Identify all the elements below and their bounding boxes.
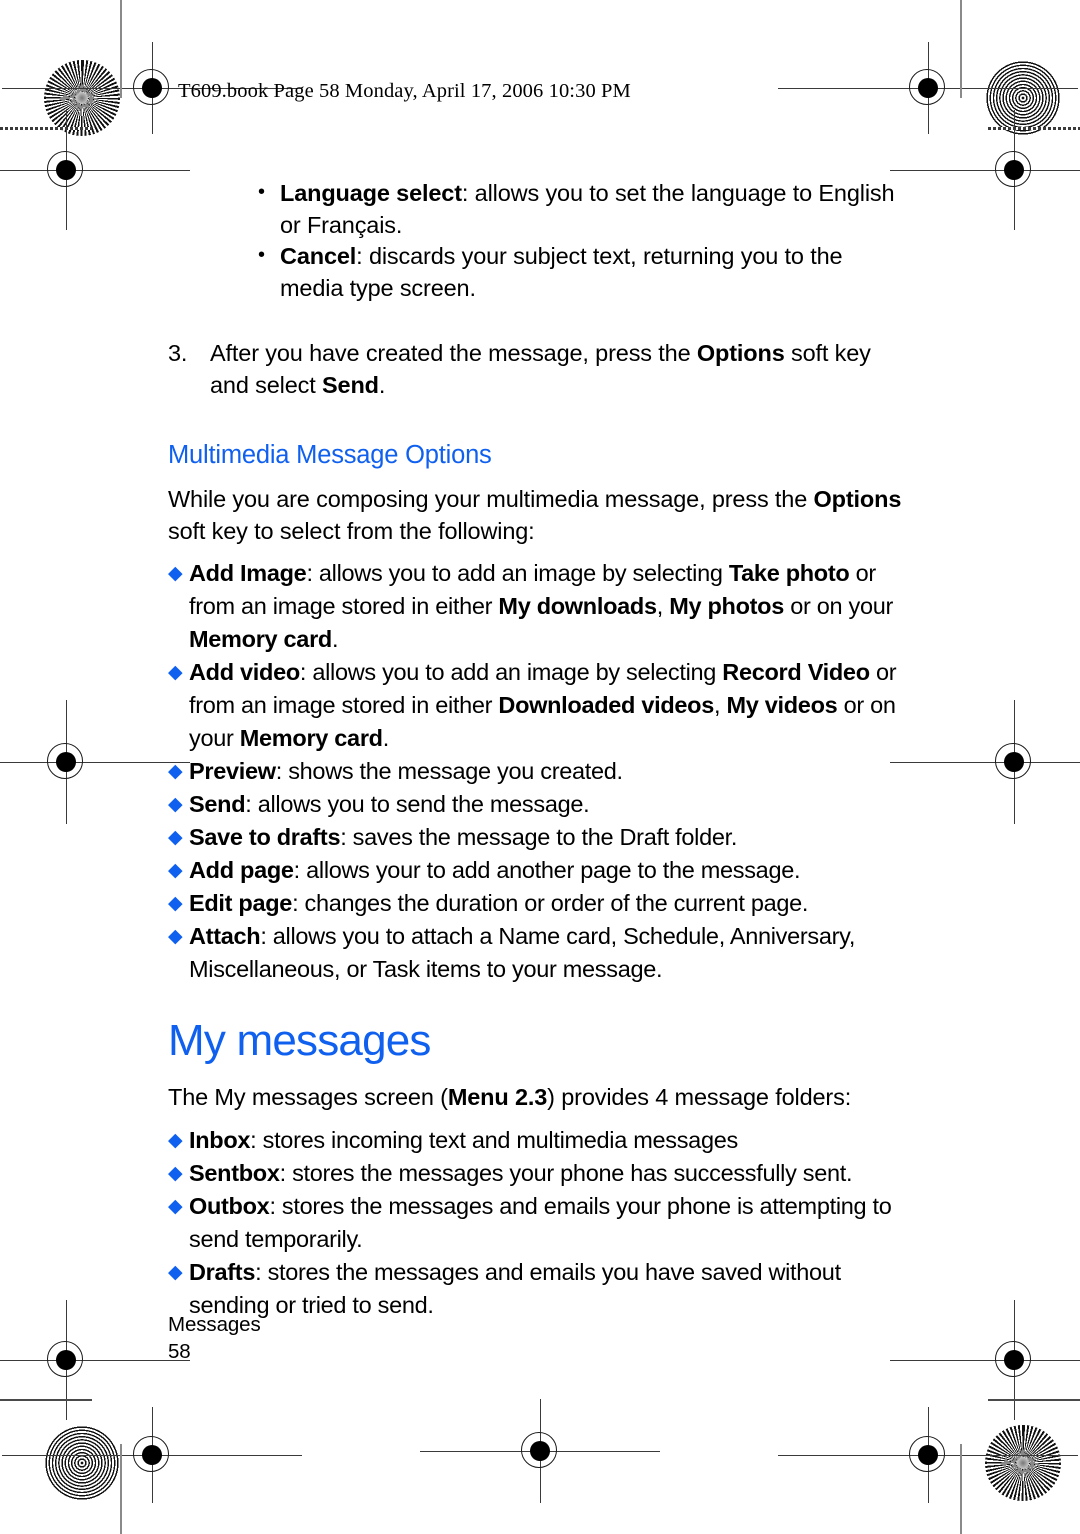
list-item: Edit page: changes the duration or order… bbox=[168, 887, 908, 920]
list-item: Sentbox: stores the messages your phone … bbox=[168, 1157, 908, 1190]
description-text: : changes the duration or order of the c… bbox=[292, 890, 809, 916]
emphasised-term: My videos bbox=[726, 692, 838, 718]
description-text: . bbox=[382, 725, 390, 751]
description-text: : allows your to add another page to the… bbox=[293, 857, 801, 883]
trim-rule-vertical-top-right bbox=[960, 0, 962, 98]
description-text: : stores the messages and emails you hav… bbox=[189, 1258, 841, 1318]
list-item: 3. After you have created the message, pr… bbox=[168, 338, 908, 401]
option-term: Add page bbox=[189, 857, 294, 883]
intro-part1: The My messages screen ( bbox=[168, 1084, 448, 1110]
footer-page-number: 58 bbox=[168, 1340, 191, 1363]
trim-rule-vertical-bottom-right bbox=[960, 1444, 962, 1534]
option-term: Edit page bbox=[189, 890, 293, 916]
folder-term: Inbox bbox=[189, 1126, 251, 1153]
description-text: : stores incoming text and multimedia me… bbox=[250, 1126, 738, 1153]
page-content: Language select: allows you to set the l… bbox=[168, 177, 908, 1322]
step-bold-send: Send bbox=[322, 371, 379, 398]
description-text: , bbox=[714, 692, 727, 718]
step-number: 3. bbox=[168, 340, 188, 366]
list-item: Preview: shows the message you created. bbox=[168, 755, 908, 788]
step-bold-options: Options bbox=[696, 340, 785, 366]
description-text: or on your bbox=[783, 593, 894, 619]
trim-rule-bottom-right bbox=[988, 1399, 1080, 1401]
moire-resolution-target-top-right bbox=[985, 60, 1061, 136]
my-messages-intro: The My messages screen (Menu 2.3) provid… bbox=[168, 1082, 908, 1114]
option-term: Preview bbox=[189, 758, 276, 784]
description-text: : saves the message to the Draft folder. bbox=[340, 824, 738, 850]
list-item: Save to drafts: saves the message to the… bbox=[168, 821, 908, 854]
emphasised-term: Downloaded videos bbox=[498, 692, 714, 718]
intro-part2: ) provides 4 message folders: bbox=[547, 1084, 852, 1110]
list-item: Inbox: stores incoming text and multimed… bbox=[168, 1124, 908, 1157]
procedure-steps: 3. After you have created the message, pr… bbox=[168, 338, 908, 401]
page-title-my-messages: My messages bbox=[168, 1016, 431, 1065]
description-text: : allows you to send the message. bbox=[245, 791, 590, 817]
list-item: Send: allows you to send the message. bbox=[168, 788, 908, 821]
option-term: Language select bbox=[280, 180, 462, 206]
starburst-resolution-target-bottom-right bbox=[985, 1425, 1061, 1501]
folder-term: Drafts bbox=[189, 1258, 256, 1285]
message-folders-list: Inbox: stores incoming text and multimed… bbox=[168, 1124, 908, 1322]
emphasised-term: Take photo bbox=[728, 560, 850, 586]
emphasised-term: My downloads bbox=[498, 593, 657, 619]
trim-rule-vertical-bottom-left bbox=[120, 1444, 122, 1534]
list-item: Add video: allows you to add an image by… bbox=[168, 656, 908, 755]
step-text-part3: . bbox=[378, 371, 386, 398]
list-item: Language select: allows you to set the l… bbox=[256, 177, 908, 241]
list-item: Drafts: stores the messages and emails y… bbox=[168, 1256, 908, 1322]
option-term: Add Image bbox=[189, 560, 307, 586]
list-item: Cancel: discards your subject text, retu… bbox=[256, 240, 908, 304]
subject-options-list: Language select: allows you to set the l… bbox=[168, 177, 908, 304]
intro-part2: soft key to select from the following: bbox=[168, 517, 535, 544]
description-text: : allows you to attach a Name card, Sche… bbox=[189, 923, 856, 982]
emphasised-term: Memory card bbox=[239, 725, 383, 751]
list-item: Attach: allows you to attach a Name card… bbox=[168, 920, 908, 986]
folder-term: Sentbox bbox=[189, 1159, 280, 1186]
section-heading-mms-options: Multimedia Message Options bbox=[168, 441, 492, 469]
intro-bold-menu: Menu 2.3 bbox=[447, 1084, 548, 1110]
footer-chapter-name: Messages bbox=[168, 1313, 261, 1336]
description-text: , bbox=[656, 593, 670, 619]
emphasised-term: Memory card bbox=[189, 626, 332, 652]
option-separator: : bbox=[356, 243, 369, 269]
trim-rule-bottom-left bbox=[0, 1399, 92, 1401]
description-text: : stores the messages your phone has suc… bbox=[279, 1159, 853, 1186]
emphasised-term: My photos bbox=[669, 593, 784, 619]
description-text: : allows you to add an image by selectin… bbox=[299, 659, 723, 685]
trim-rule-vertical-top-left bbox=[120, 0, 122, 98]
option-term: Cancel bbox=[280, 243, 357, 269]
option-separator: : bbox=[461, 180, 475, 206]
moire-resolution-target-bottom-left bbox=[44, 1425, 120, 1501]
emphasised-term: Record Video bbox=[722, 659, 870, 685]
starburst-resolution-target-top-left bbox=[44, 60, 120, 136]
list-item: Outbox: stores the messages and emails y… bbox=[168, 1190, 908, 1256]
intro-part1: While you are composing your multimedia … bbox=[168, 486, 814, 512]
option-term: Add video bbox=[189, 659, 300, 685]
list-item: Add page: allows your to add another pag… bbox=[168, 854, 908, 887]
description-text: : stores the messages and emails your ph… bbox=[189, 1192, 892, 1252]
mms-options-list: Add Image: allows you to add an image by… bbox=[168, 557, 908, 986]
mms-options-intro: While you are composing your multimedia … bbox=[168, 484, 908, 547]
description-text: : allows you to add an image by selectin… bbox=[306, 560, 729, 586]
page-footer: Messages 58 bbox=[168, 1311, 261, 1365]
step-text-part1: After you have created the message, pres… bbox=[210, 340, 697, 366]
description-text: : shows the message you created. bbox=[275, 758, 623, 784]
running-head: T609.book Page 58 Monday, April 17, 2006… bbox=[178, 80, 631, 102]
description-text: . bbox=[331, 626, 339, 652]
list-item: Add Image: allows you to add an image by… bbox=[168, 557, 908, 656]
folder-term: Outbox bbox=[189, 1192, 270, 1219]
trim-rule-top-right bbox=[988, 127, 1080, 130]
intro-bold-options: Options bbox=[813, 486, 902, 512]
trim-rule-top-left bbox=[0, 127, 92, 130]
option-term: Save to drafts bbox=[189, 824, 341, 850]
option-term: Attach bbox=[189, 923, 261, 949]
option-term: Send bbox=[189, 791, 246, 817]
